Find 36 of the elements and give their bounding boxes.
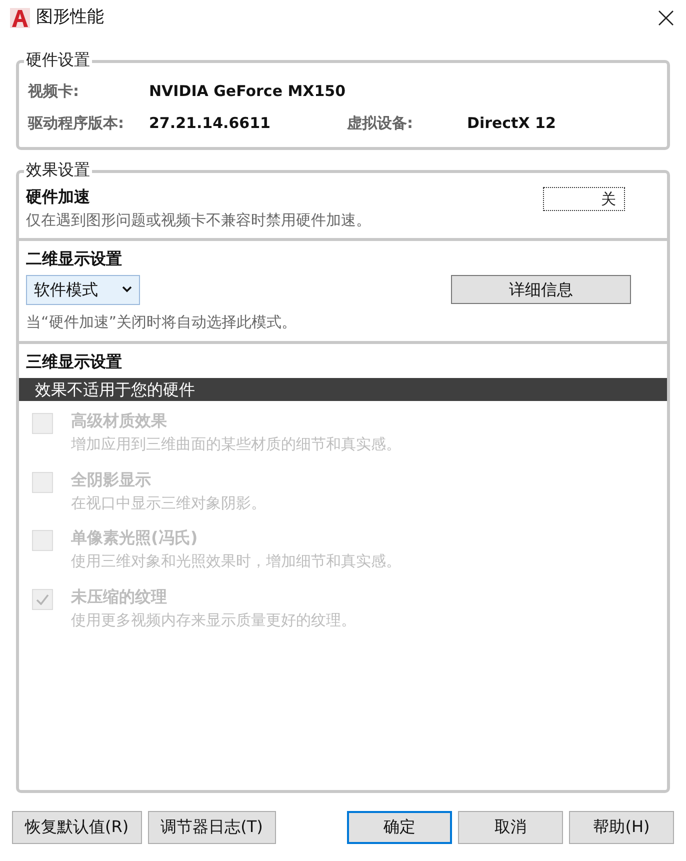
chevron-down-icon: [122, 286, 132, 293]
close-icon: [658, 10, 674, 26]
section-description: 仅在遇到图形问题或视频卡不兼容时禁用硬件加速。: [26, 210, 371, 231]
option-description: 在视口中显示三维对象阴影。: [71, 492, 266, 514]
field-label: 驱动程序版本:: [28, 112, 125, 134]
field-value: NVIDIA GeForce MX150: [149, 80, 347, 102]
option-description: 使用更多视频内存来显示质量更好的纹理。: [71, 610, 356, 630]
dialog-button[interactable]: 恢复默认值(R): [12, 810, 142, 844]
details-button[interactable]: 详细信息: [451, 275, 631, 304]
dialog-button[interactable]: 调节器日志(T): [148, 810, 276, 844]
toggle-switch[interactable]: 关: [543, 187, 625, 211]
group-title: 效果设置: [24, 160, 92, 180]
hint-text: 当“硬件加速”关闭时将自动选择此模式。: [26, 312, 298, 332]
field-label: 虚拟设备:: [347, 112, 414, 134]
close-button[interactable]: [656, 8, 676, 28]
option-title: 高级材质效果: [71, 410, 168, 432]
section-title: 二维显示设置: [26, 248, 123, 270]
dialog-button[interactable]: 确定: [347, 810, 452, 844]
group-title: 硬件设置: [24, 50, 92, 70]
option-description: 增加应用到三维曲面的某些材质的细节和真实感。: [71, 434, 401, 455]
field-label: 视频卡:: [28, 80, 80, 102]
mode-dropdown[interactable]: 软件模式: [26, 274, 140, 304]
option-title: 单像素光照(冯氏): [71, 527, 199, 549]
dialog-button[interactable]: 取消: [458, 810, 563, 844]
notice-banner: 效果不适用于您的硬件: [19, 378, 667, 401]
field-value: 27.21.14.6611: [149, 112, 272, 134]
app-logo-icon: [10, 8, 30, 28]
section-title: 三维显示设置: [26, 351, 123, 373]
checkmark-icon: [36, 594, 49, 604]
window-title: 图形性能: [36, 6, 104, 30]
option-description: 使用三维对象和光照效果时，增加细节和真实感。: [71, 551, 401, 572]
dialog-button[interactable]: 帮助(H): [569, 810, 674, 844]
section-title: 硬件加速: [26, 186, 91, 208]
option-title: 全阴影显示: [71, 468, 152, 490]
option-title: 未压缩的纹理: [71, 586, 168, 608]
field-value: DirectX 12: [467, 112, 556, 134]
